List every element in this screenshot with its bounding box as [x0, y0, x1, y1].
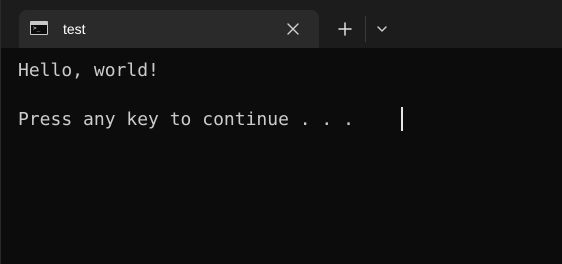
- terminal-output[interactable]: Hello, world! Press any key to continue …: [1, 48, 562, 264]
- plus-icon[interactable]: [335, 19, 355, 39]
- output-line: Press any key to continue . . .: [18, 109, 354, 130]
- titlebar-divider: [365, 16, 366, 42]
- tab-title: test: [63, 21, 86, 37]
- tab-test[interactable]: test: [19, 10, 319, 48]
- terminal-window: test Hello, world! Press any key to cont…: [0, 0, 562, 264]
- close-icon[interactable]: [283, 19, 303, 39]
- title-bar: test: [1, 0, 562, 48]
- output-line: Hello, world!: [18, 60, 159, 81]
- terminal-icon: [30, 21, 48, 35]
- chevron-down-icon[interactable]: [373, 19, 391, 39]
- text-cursor: [401, 107, 403, 131]
